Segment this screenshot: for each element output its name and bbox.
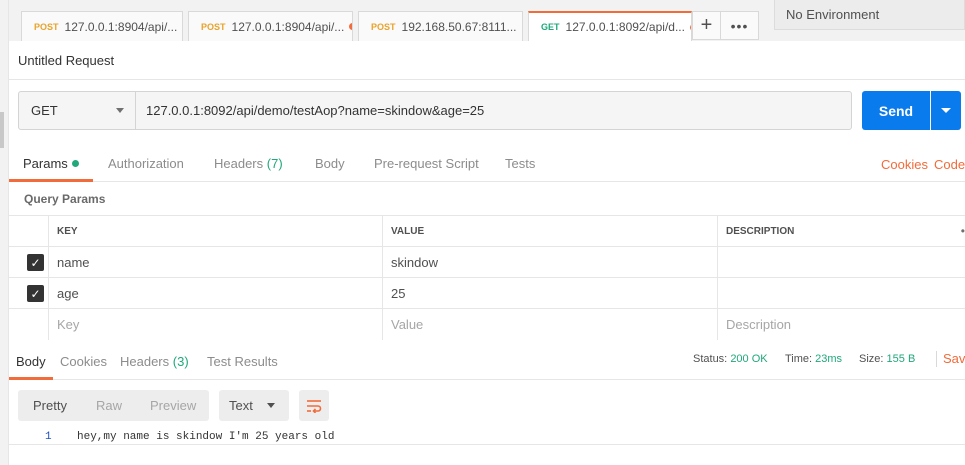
format-select[interactable]: Text: [219, 390, 289, 421]
request-tab-active[interactable]: GET 127.0.0.1:8092/api/d...: [528, 11, 692, 41]
format-value: Text: [229, 398, 253, 413]
unsaved-dot-icon: [182, 23, 183, 30]
tab-url: 192.168.50.67:8111...: [401, 19, 517, 34]
request-tab[interactable]: POST 127.0.0.1:8904/api/...: [188, 11, 353, 41]
chevron-down-icon: [941, 108, 951, 113]
preview-button[interactable]: Preview: [150, 398, 196, 413]
param-key-cell[interactable]: name: [48, 247, 382, 278]
request-tabs: Params Authorization Headers (7) Body Pr…: [9, 142, 965, 182]
response-tabs: Body Cookies Headers (3) Test Results St…: [9, 345, 965, 380]
chevron-down-icon: [116, 108, 124, 113]
ellipsis-icon: •••: [730, 17, 749, 34]
headers-count: (3): [172, 354, 189, 369]
active-tab-indicator: [9, 179, 93, 182]
param-description-cell[interactable]: [717, 247, 965, 278]
table-row-new: Key Value Description: [9, 308, 965, 340]
wrap-lines-icon: [307, 399, 322, 413]
active-tab-indicator: [9, 377, 53, 380]
column-header-value: VALUE: [382, 216, 717, 247]
param-value-cell[interactable]: skindow: [382, 247, 717, 278]
table-header-row: KEY VALUE DESCRIPTION •: [9, 215, 965, 247]
environment-label: No Environment: [786, 7, 880, 22]
response-status: Status: 200 OK: [693, 353, 768, 365]
row-enabled-checkbox[interactable]: ✓: [27, 285, 44, 302]
response-text: hey,my name is skindow I'm 25 years old: [77, 431, 335, 443]
new-key-input[interactable]: Key: [48, 309, 382, 340]
tab-response-headers[interactable]: Headers (3): [120, 354, 189, 369]
response-size: Size: 155 B: [859, 353, 915, 365]
tab-method: GET: [541, 22, 560, 32]
http-method-value: GET: [31, 103, 58, 118]
chevron-down-icon: [267, 403, 275, 408]
tab-prerequest-script[interactable]: Pre-request Script: [374, 156, 479, 171]
tab-body[interactable]: Body: [315, 156, 345, 171]
send-options-button[interactable]: [931, 91, 961, 130]
param-key-cell[interactable]: age: [48, 278, 382, 309]
environment-select[interactable]: No Environment: [774, 0, 965, 30]
tab-headers[interactable]: Headers (7): [214, 156, 283, 171]
request-title[interactable]: Untitled Request: [18, 53, 114, 68]
cookies-link[interactable]: Cookies: [881, 157, 928, 172]
wrap-lines-button[interactable]: [299, 390, 329, 421]
tab-options-button[interactable]: •••: [721, 11, 759, 40]
sidebar-handle[interactable]: [0, 112, 4, 148]
response-body-line: 1 hey,my name is skindow I'm 25 years ol…: [9, 431, 965, 445]
divider: [936, 351, 937, 367]
plus-icon: +: [700, 14, 713, 36]
time-label: Time:: [785, 353, 813, 365]
new-value-input[interactable]: Value: [382, 309, 717, 340]
param-value-cell[interactable]: 25: [382, 278, 717, 309]
status-label: Status:: [693, 353, 728, 365]
raw-button[interactable]: Raw: [96, 398, 122, 413]
new-tab-button[interactable]: +: [692, 11, 721, 40]
tab-method: POST: [34, 21, 59, 32]
row-enabled-checkbox[interactable]: ✓: [27, 254, 44, 271]
tab-params[interactable]: Params: [23, 156, 79, 171]
response-time: Time: 23ms: [785, 353, 842, 365]
divider: [9, 79, 965, 80]
new-description-input[interactable]: Description: [717, 309, 965, 340]
code-link[interactable]: Code: [934, 157, 965, 172]
tab-url: 127.0.0.1:8904/api/...: [231, 19, 345, 34]
query-params-label: Query Params: [24, 192, 106, 206]
url-input[interactable]: 127.0.0.1:8092/api/demo/testAop?name=ski…: [135, 91, 852, 130]
headers-count: (7): [266, 156, 283, 171]
line-number: 1: [45, 431, 52, 443]
tab-response-cookies[interactable]: Cookies: [60, 354, 107, 369]
tab-url: 127.0.0.1:8904/api/...: [64, 19, 178, 34]
tab-response-body[interactable]: Body: [16, 354, 46, 369]
pretty-button[interactable]: Pretty: [33, 398, 67, 413]
tab-label: Headers: [120, 354, 170, 369]
size-label: Size:: [859, 353, 884, 365]
tab-method: POST: [201, 21, 226, 32]
active-dot-icon: [71, 160, 79, 167]
tab-test-results[interactable]: Test Results: [207, 354, 278, 369]
column-header-description: DESCRIPTION: [717, 216, 949, 247]
size-value: 155 B: [886, 353, 916, 365]
tab-tests[interactable]: Tests: [505, 156, 535, 171]
send-button[interactable]: Send: [862, 91, 930, 130]
column-header-key: KEY: [48, 216, 382, 247]
url-value: 127.0.0.1:8092/api/demo/testAop?name=ski…: [146, 103, 485, 118]
http-method-select[interactable]: GET: [18, 91, 136, 130]
view-mode-group: Pretty Raw Preview: [18, 390, 209, 421]
table-row: ✓ name skindow: [9, 246, 965, 278]
table-row: ✓ age 25: [9, 277, 965, 309]
unsaved-dot-icon: [349, 23, 352, 30]
request-tab[interactable]: POST 127.0.0.1:8904/api/...: [21, 11, 183, 41]
request-tab[interactable]: POST 192.168.50.67:8111...: [358, 11, 523, 41]
tab-label: Params: [23, 156, 68, 171]
status-value: 200 OK: [730, 353, 768, 365]
tab-method: POST: [371, 21, 396, 32]
tab-url: 127.0.0.1:8092/api/d...: [565, 20, 685, 34]
unsaved-dot-icon: [521, 23, 522, 30]
save-response-button[interactable]: Save: [943, 351, 965, 366]
time-value: 23ms: [815, 353, 843, 365]
tab-authorization[interactable]: Authorization: [108, 156, 184, 171]
param-description-cell[interactable]: [717, 278, 965, 309]
sidebar-edge: [0, 0, 9, 465]
ellipsis-icon[interactable]: •: [961, 224, 965, 238]
tab-label: Headers: [214, 156, 264, 171]
